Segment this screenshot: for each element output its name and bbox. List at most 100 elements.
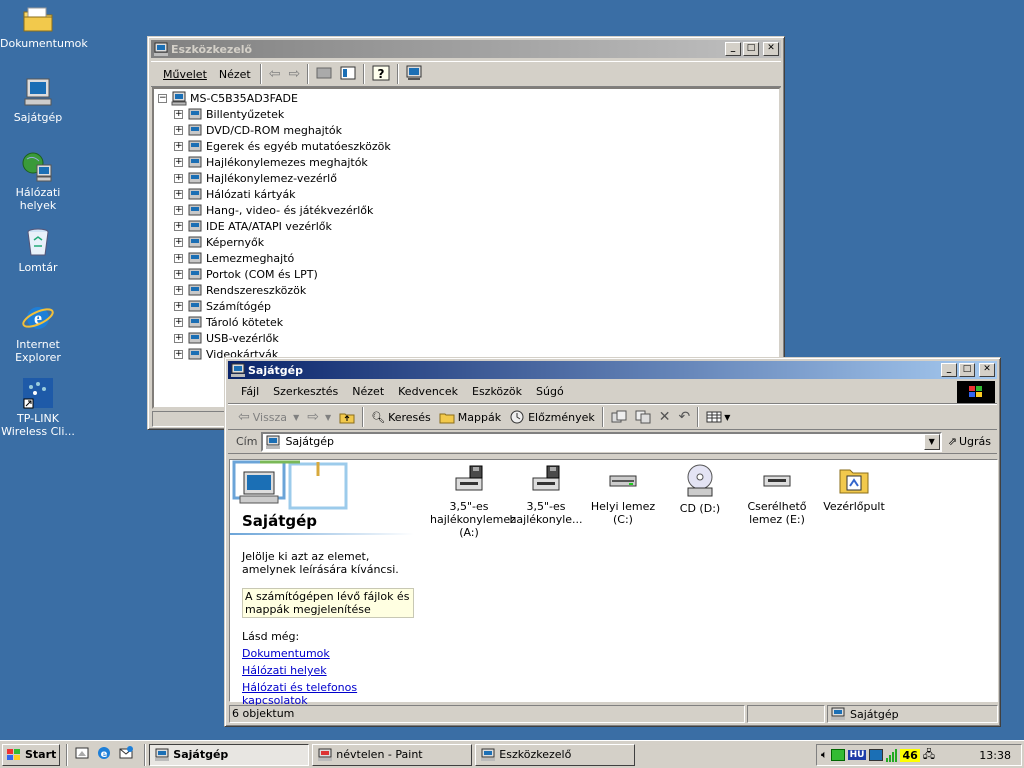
connection-tray-icon[interactable]: 🖧︎ [923,746,935,765]
desktop-icon-halozati-helyek[interactable]: Hálózati helyek [0,151,76,212]
file-item[interactable]: Vezérlőpult [815,464,893,513]
explorer-titlebar[interactable]: Sajátgép _ □ ✕ [228,361,997,379]
menu-item[interactable]: Kedvencek [391,385,465,398]
menu-item[interactable]: Súgó [529,385,571,398]
file-item[interactable]: 3,5"-es hajlékonylemez (A:) [430,464,516,539]
desktop-icon-dokumentumok[interactable]: Dokumentumok [0,4,88,50]
expand-icon[interactable]: + [174,109,183,119]
expand-icon[interactable]: + [174,237,183,247]
collapse-icon[interactable]: − [158,93,167,103]
back-arrow-icon[interactable]: ⇦ [265,66,285,82]
outlook-express-icon[interactable] [115,745,137,764]
expand-icon[interactable]: + [174,301,183,311]
device-manager-titlebar[interactable]: Eszközkezelő _ □ ✕ [151,40,781,58]
up-button[interactable] [335,406,359,428]
taskbar-button[interactable]: Eszközkezelő [475,743,636,766]
delete-button[interactable]: ✕ [655,406,675,428]
expand-icon[interactable]: + [174,333,183,343]
taskbar-button[interactable]: névtelen - Paint [312,743,473,766]
menu-item[interactable]: Szerkesztés [266,385,345,398]
desktop-icon-sajatgep[interactable]: Sajátgép [0,76,76,124]
close-button[interactable]: ✕ [763,42,779,56]
tree-node[interactable]: + Képernyők [174,234,779,250]
tree-node[interactable]: + Hang-, video- és játékvezérlők [174,202,779,218]
expand-icon[interactable]: + [174,125,183,135]
network-tray-icon[interactable] [830,749,845,761]
views-button[interactable]: ▼ [702,406,734,428]
view-icon[interactable] [336,66,360,83]
forward-button[interactable]: ⇨ ▼ [303,406,335,428]
properties-icon[interactable] [312,66,336,83]
folders-button[interactable]: Mappák [435,406,505,428]
tree-node[interactable]: + Egerek és egyéb mutatóeszközök [174,138,779,154]
maximize-button[interactable]: □ [959,363,975,377]
expand-icon[interactable]: + [174,285,183,295]
minimize-button[interactable]: _ [725,42,741,56]
tree-node[interactable]: + Rendszereszközök [174,282,779,298]
tree-node[interactable]: + Hajlékonylemez-vezérlő [174,170,779,186]
see-also-link[interactable]: Dokumentumok [242,647,420,660]
tree-node[interactable]: + Portok (COM és LPT) [174,266,779,282]
language-indicator[interactable]: HU [847,750,867,760]
see-also-link[interactable]: Hálózati helyek [242,664,420,677]
expand-icon[interactable]: + [174,269,183,279]
forward-arrow-icon[interactable]: ⇨ [284,66,304,82]
tree-node[interactable]: + Hajlékonylemezes meghajtók [174,154,779,170]
menu-item[interactable]: Nézet [345,385,391,398]
see-also-link[interactable]: Hálózati és telefonos kapcsolatok [242,681,420,707]
tree-node[interactable]: + USB-vezérlők [174,330,779,346]
expand-icon[interactable]: + [174,349,183,359]
tree-root-label: MS-C5B35AD3FADE [190,91,298,105]
expand-icon[interactable]: + [174,253,183,263]
show-desktop-icon[interactable] [71,745,93,764]
copy-to-button[interactable] [631,406,655,428]
file-item[interactable]: Cserélhető lemez (E:) [738,464,816,526]
menu-nezet[interactable]: Nézet [213,68,257,81]
history-button[interactable]: Előzmények [505,406,599,428]
tree-node[interactable]: + Hálózati kártyák [174,186,779,202]
tree-node[interactable]: + Lemezmeghajtó [174,250,779,266]
start-button[interactable]: Start [2,743,61,766]
file-item[interactable]: CD (D:) [661,464,739,515]
signal-strength-icon[interactable] [886,748,898,762]
search-button[interactable]: 🔍︎ Keresés [367,406,435,428]
address-field[interactable]: Sajátgép ▼ [261,431,942,452]
minimize-button[interactable]: _ [941,363,957,377]
close-button[interactable]: ✕ [979,363,995,377]
tree-node[interactable]: + Billentyűzetek [174,106,779,122]
desktop-icon-tp-link[interactable]: TP-LINK Wireless Cli... [0,377,76,438]
menu-item[interactable]: Eszközök [465,385,529,398]
menu-muvelet[interactable]: Művelet [157,68,213,81]
help-icon[interactable]: ? [368,65,394,84]
file-item[interactable]: Helyi lemez (C:) [584,464,662,526]
move-to-button[interactable] [607,406,631,428]
desktop-icon-internet-explorer[interactable]: e Internet Explorer [0,301,76,364]
internet-explorer-icon[interactable]: e [93,745,115,764]
desktop-icon-lomtar[interactable]: Lomtár [0,226,76,274]
expand-icon[interactable]: + [174,221,183,231]
num-indicator[interactable]: 46 [900,748,920,762]
tree-node[interactable]: + Tároló kötetek [174,314,779,330]
expand-icon[interactable]: + [174,317,183,327]
address-dropdown-button[interactable]: ▼ [923,433,940,450]
tree-root[interactable]: − MS-C5B35AD3FADE [158,90,779,106]
monitor-tray-icon[interactable] [869,749,884,761]
taskbar-button[interactable]: Sajátgép [149,743,310,766]
scan-hardware-icon[interactable] [402,65,426,84]
tree-node[interactable]: + Számítógép [174,298,779,314]
expand-icon[interactable]: + [174,189,183,199]
clock[interactable]: 13:38 [979,749,1011,762]
tree-node[interactable]: + DVD/CD-ROM meghajtók [174,122,779,138]
tree-node[interactable]: + IDE ATA/ATAPI vezérlők [174,218,779,234]
back-button[interactable]: ⇦ Vissza ▼ [234,406,303,428]
volume-icon[interactable]: 🔈︎ [821,748,828,762]
file-item[interactable]: 3,5"-es hajlékonyle... [507,464,585,526]
undo-button[interactable]: ↶ [674,406,694,428]
maximize-button[interactable]: □ [743,42,759,56]
expand-icon[interactable]: + [174,205,183,215]
expand-icon[interactable]: + [174,141,183,151]
menu-item[interactable]: Fájl [234,385,266,398]
expand-icon[interactable]: + [174,173,183,183]
go-button[interactable]: ⇗ Ugrás [942,435,997,448]
expand-icon[interactable]: + [174,157,183,167]
